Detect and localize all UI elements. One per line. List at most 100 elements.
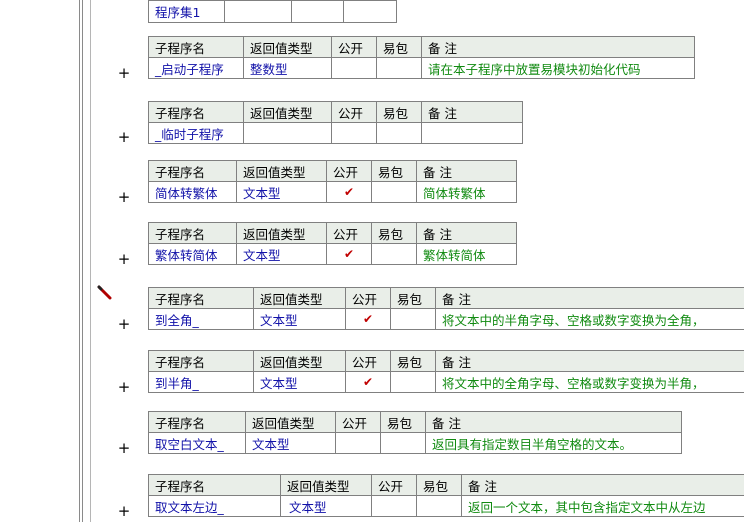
easy-pkg-cell[interactable] — [390, 371, 436, 393]
public-check-icon[interactable]: ✔ — [345, 308, 391, 330]
easy-pkg-cell[interactable] — [376, 57, 422, 79]
sub-name-cell[interactable]: 到全角_ — [148, 308, 254, 330]
expand-plus-icon[interactable]: + — [117, 188, 131, 206]
header-public: 公开 — [335, 411, 381, 433]
sub-table: 子程序名 返回值类型 公开 易包 备 注 取空白文本_ 文本型 返回具有指定数目… — [148, 411, 682, 454]
header-public: 公开 — [331, 36, 377, 58]
header-note: 备 注 — [421, 101, 523, 123]
header-return-type: 返回值类型 — [245, 411, 336, 433]
expand-plus-icon[interactable]: + — [117, 250, 131, 268]
header-sub-name: 子程序名 — [148, 350, 254, 372]
sub-name-cell[interactable]: 到半角_ — [148, 371, 254, 393]
note-cell[interactable] — [421, 122, 523, 144]
sub-table: 子程序名 返回值类型 公开 易包 备 注 简体转繁体 文本型 ✔ 简体转繁体 — [148, 160, 517, 203]
sub-name-cell[interactable]: 取文本左边_ — [148, 495, 281, 517]
sub-name-cell[interactable]: _启动子程序 — [148, 57, 244, 79]
header-return-type: 返回值类型 — [243, 101, 332, 123]
sub-name-cell[interactable]: 繁体转简体 — [148, 243, 237, 265]
header-easy-pkg: 易包 — [371, 160, 417, 182]
header-public: 公开 — [371, 474, 417, 496]
easy-pkg-cell[interactable] — [371, 243, 417, 265]
assembly-table: 程序集1 — [148, 0, 397, 23]
assembly-cell — [343, 0, 397, 23]
easy-pkg-cell[interactable] — [390, 308, 436, 330]
note-cell[interactable]: 将文本中的半角字母、空格或数字变换为全角， — [435, 308, 744, 330]
expand-plus-icon[interactable]: + — [117, 315, 131, 333]
expand-plus-icon[interactable]: + — [117, 378, 131, 396]
public-check-icon[interactable]: ✔ — [326, 243, 372, 265]
header-easy-pkg: 易包 — [390, 287, 436, 309]
return-type-cell[interactable]: 文本型 — [253, 371, 346, 393]
note-cell[interactable]: 请在本子程序中放置易模块初始化代码 — [421, 57, 695, 79]
assembly-cell — [224, 0, 292, 23]
header-sub-name: 子程序名 — [148, 160, 237, 182]
public-cell[interactable] — [331, 57, 377, 79]
header-sub-name: 子程序名 — [148, 222, 237, 244]
public-check-icon[interactable]: ✔ — [345, 371, 391, 393]
sub-name-cell[interactable]: 简体转繁体 — [148, 181, 237, 203]
return-type-cell[interactable]: 整数型 — [243, 57, 332, 79]
return-type-cell[interactable]: 文本型 — [253, 308, 346, 330]
header-public: 公开 — [326, 160, 372, 182]
header-easy-pkg: 易包 — [380, 411, 426, 433]
header-note: 备 注 — [421, 36, 695, 58]
return-type-cell[interactable]: 文本型 — [236, 181, 327, 203]
public-cell[interactable] — [335, 432, 381, 454]
pencil-icon — [97, 285, 112, 300]
expand-plus-icon[interactable]: + — [117, 439, 131, 457]
header-public: 公开 — [345, 287, 391, 309]
public-cell[interactable] — [371, 495, 417, 517]
header-sub-name: 子程序名 — [148, 411, 246, 433]
header-return-type: 返回值类型 — [243, 36, 332, 58]
header-note: 备 注 — [416, 222, 517, 244]
return-type-cell[interactable]: 文本型 — [280, 495, 372, 517]
easy-pkg-cell[interactable] — [376, 122, 422, 144]
header-public: 公开 — [331, 101, 377, 123]
easy-pkg-cell[interactable] — [371, 181, 417, 203]
note-cell[interactable]: 返回具有指定数目半角空格的文本。 — [425, 432, 682, 454]
header-easy-pkg: 易包 — [371, 222, 417, 244]
editor-gutter-line — [79, 0, 80, 522]
expand-plus-icon[interactable]: + — [117, 64, 131, 82]
header-sub-name: 子程序名 — [148, 474, 281, 496]
header-return-type: 返回值类型 — [280, 474, 372, 496]
sub-table: 子程序名 返回值类型 公开 易包 备 注 _临时子程序 — [148, 101, 523, 144]
sub-table: 子程序名 返回值类型 公开 易包 备 注 取文本左边_ 文本型 返回一个文本，其… — [148, 474, 744, 517]
note-cell[interactable]: 返回一个文本，其中包含指定文本中从左边 — [461, 495, 744, 517]
sub-name-cell[interactable]: 取空白文本_ — [148, 432, 246, 454]
header-note: 备 注 — [435, 350, 744, 372]
expand-plus-icon[interactable]: + — [117, 502, 131, 520]
return-type-cell[interactable] — [243, 122, 332, 144]
public-cell[interactable] — [331, 122, 377, 144]
header-note: 备 注 — [435, 287, 744, 309]
sub-table: 子程序名 返回值类型 公开 易包 备 注 到半角_ 文本型 ✔ 将文本中的全角字… — [148, 350, 744, 393]
easy-pkg-cell[interactable] — [380, 432, 426, 454]
expand-plus-icon[interactable]: + — [117, 128, 131, 146]
header-public: 公开 — [326, 222, 372, 244]
sub-name-cell[interactable]: _临时子程序 — [148, 122, 244, 144]
assembly-cell — [291, 0, 344, 23]
header-note: 备 注 — [461, 474, 744, 496]
header-return-type: 返回值类型 — [253, 350, 346, 372]
header-public: 公开 — [345, 350, 391, 372]
assembly-name[interactable]: 程序集1 — [148, 0, 225, 23]
easy-pkg-cell[interactable] — [416, 495, 462, 517]
header-return-type: 返回值类型 — [253, 287, 346, 309]
header-easy-pkg: 易包 — [416, 474, 462, 496]
editor-gutter-line — [90, 0, 91, 522]
note-cell[interactable]: 繁体转简体 — [416, 243, 517, 265]
header-note: 备 注 — [425, 411, 682, 433]
public-check-icon[interactable]: ✔ — [326, 181, 372, 203]
header-sub-name: 子程序名 — [148, 101, 244, 123]
header-return-type: 返回值类型 — [236, 222, 327, 244]
header-sub-name: 子程序名 — [148, 36, 244, 58]
editor-gutter-line — [82, 0, 83, 522]
note-cell[interactable]: 将文本中的全角字母、空格或数字变换为半角， — [435, 371, 744, 393]
note-cell[interactable]: 简体转繁体 — [416, 181, 517, 203]
sub-table: 子程序名 返回值类型 公开 易包 备 注 _启动子程序 整数型 请在本子程序中放… — [148, 36, 695, 79]
return-type-cell[interactable]: 文本型 — [236, 243, 327, 265]
header-note: 备 注 — [416, 160, 517, 182]
return-type-cell[interactable]: 文本型 — [245, 432, 336, 454]
header-sub-name: 子程序名 — [148, 287, 254, 309]
sub-table: 子程序名 返回值类型 公开 易包 备 注 到全角_ 文本型 ✔ 将文本中的半角字… — [148, 287, 744, 330]
